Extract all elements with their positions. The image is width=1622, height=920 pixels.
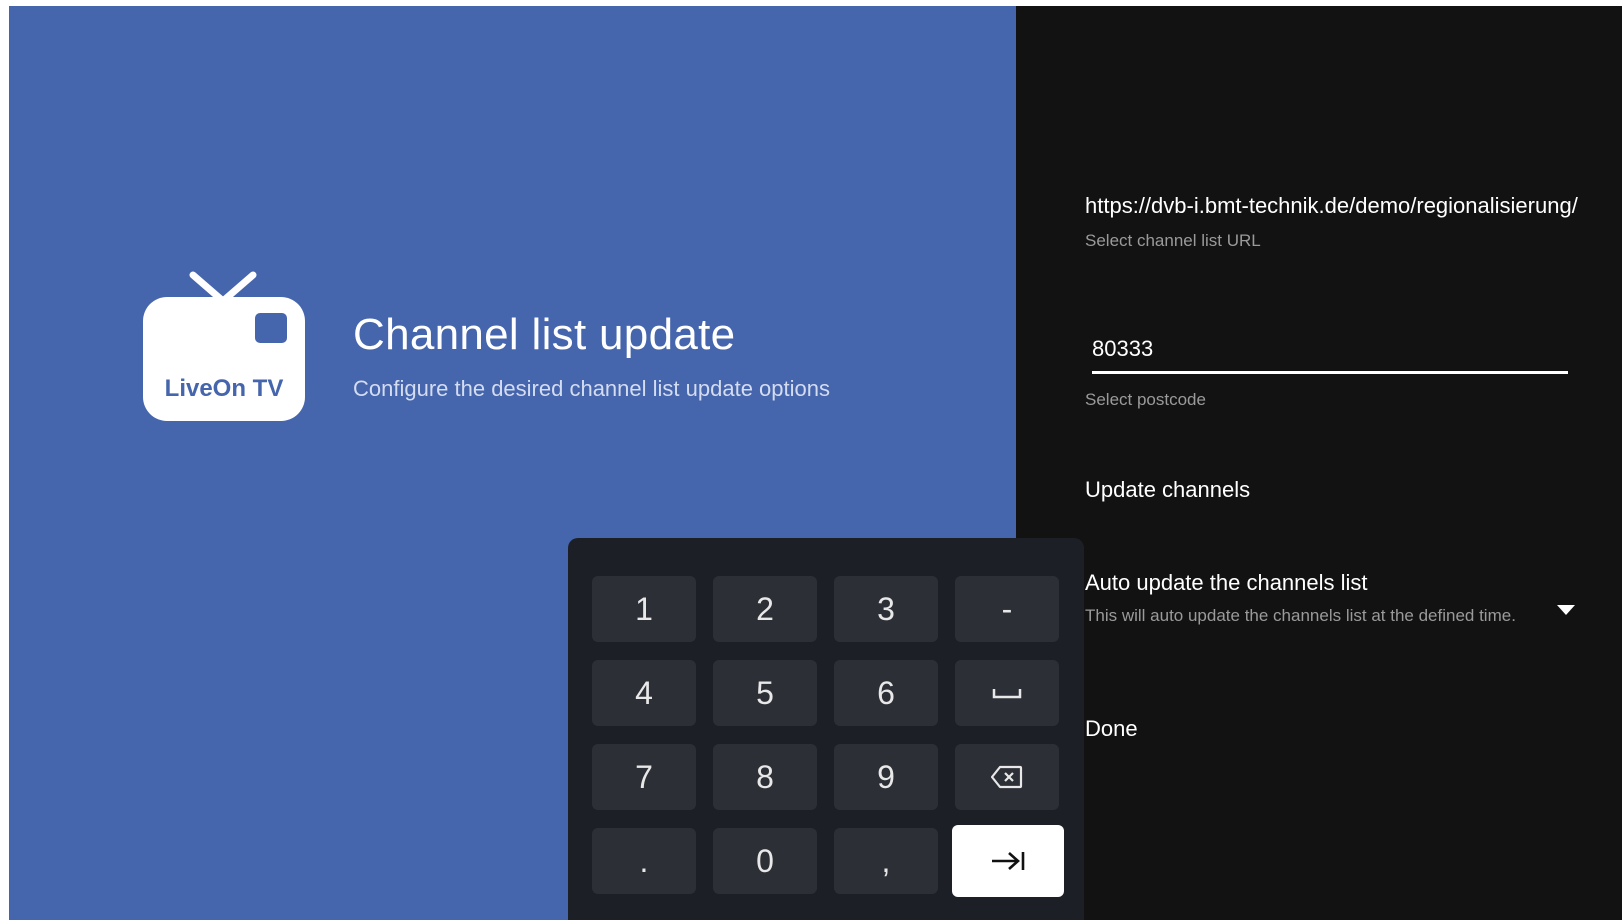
key-comma[interactable]: , bbox=[834, 828, 938, 894]
key-period[interactable]: . bbox=[592, 828, 696, 894]
key-backspace[interactable] bbox=[955, 744, 1059, 810]
key-4[interactable]: 4 bbox=[592, 660, 696, 726]
tab-arrow-icon bbox=[992, 852, 1025, 870]
key-6[interactable]: 6 bbox=[834, 660, 938, 726]
channel-list-url-value[interactable]: https://dvb-i.bmt-technik.de/demo/region… bbox=[1085, 193, 1578, 219]
liveon-tv-logo: LiveOn TV bbox=[143, 271, 305, 421]
logo-text: LiveOn TV bbox=[164, 375, 284, 402]
done-button[interactable]: Done bbox=[1085, 716, 1138, 742]
postcode-label: Select postcode bbox=[1085, 390, 1206, 409]
auto-update-description: This will auto update the channels list … bbox=[1085, 606, 1516, 625]
key-9[interactable]: 9 bbox=[834, 744, 938, 810]
update-channels-button[interactable]: Update channels bbox=[1085, 477, 1250, 503]
key-2[interactable]: 2 bbox=[713, 576, 817, 642]
key-1[interactable]: 1 bbox=[592, 576, 696, 642]
key-0[interactable]: 0 bbox=[713, 828, 817, 894]
page-title: Channel list update bbox=[353, 310, 736, 359]
key-minus[interactable]: - bbox=[955, 576, 1059, 642]
page-subtitle: Configure the desired channel list updat… bbox=[353, 376, 830, 401]
backspace-icon bbox=[991, 765, 1023, 789]
space-icon bbox=[992, 689, 1022, 699]
auto-update-title[interactable]: Auto update the channels list bbox=[1085, 570, 1368, 596]
key-8[interactable]: 8 bbox=[713, 744, 817, 810]
key-3[interactable]: 3 bbox=[834, 576, 938, 642]
channel-list-url-label: Select channel list URL bbox=[1085, 231, 1261, 250]
numeric-keypad: 1 2 3 - 4 5 6 7 8 9 . 0 , bbox=[568, 538, 1084, 920]
key-space[interactable] bbox=[955, 660, 1059, 726]
right-pane bbox=[1016, 6, 1622, 920]
key-7[interactable]: 7 bbox=[592, 744, 696, 810]
key-5[interactable]: 5 bbox=[713, 660, 817, 726]
chevron-down-icon[interactable] bbox=[1556, 603, 1576, 617]
postcode-input[interactable] bbox=[1092, 331, 1568, 374]
key-next[interactable] bbox=[952, 825, 1064, 897]
